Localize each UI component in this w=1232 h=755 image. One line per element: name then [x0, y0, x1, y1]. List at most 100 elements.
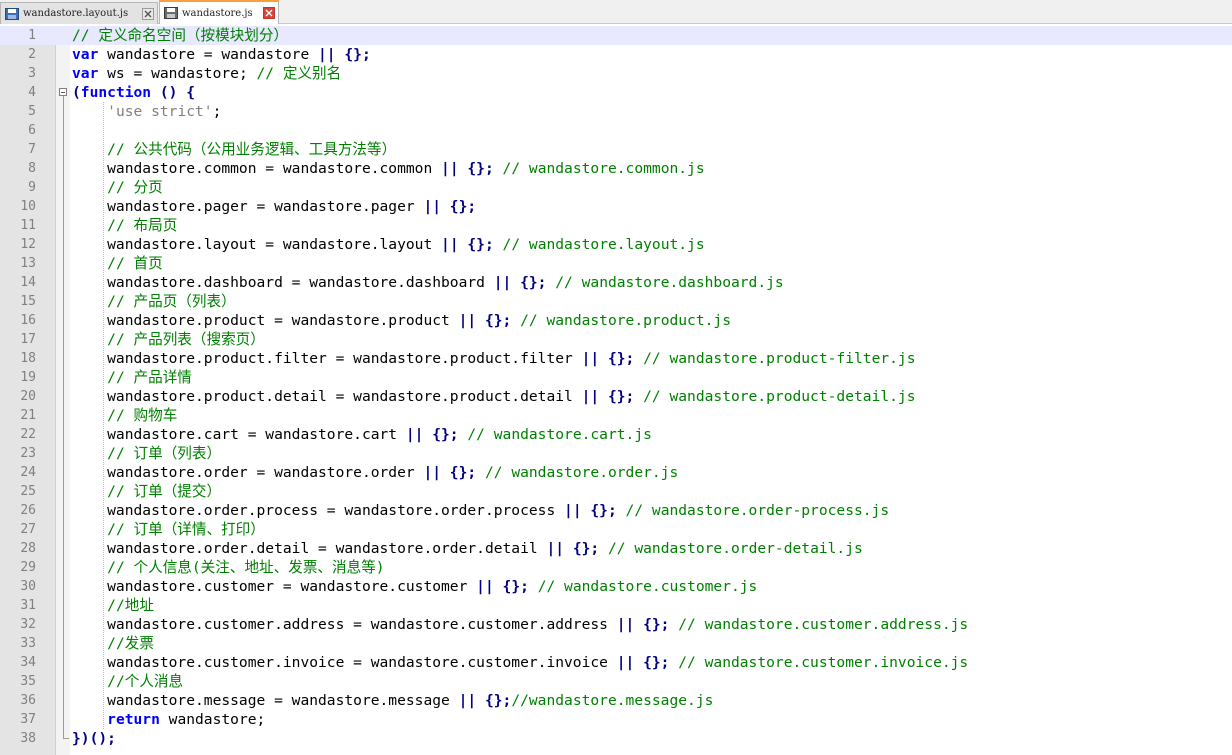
code-line[interactable]: 37 return wandastore;	[0, 710, 1232, 729]
tab-wandastore-js[interactable]: wandastore.js	[159, 0, 279, 24]
code-line[interactable]: 19 // 产品详情	[0, 368, 1232, 387]
code-token: // wandastore.product.js	[520, 312, 731, 329]
code-token: wandastore.customer.address = wandastore…	[72, 616, 617, 633]
code-token: || {};	[458, 692, 512, 709]
code-line[interactable]: 12 wandastore.layout = wandastore.layout…	[0, 235, 1232, 254]
code-line[interactable]: 10 wandastore.pager = wandastore.pager |…	[0, 197, 1232, 216]
line-number: 29	[20, 560, 36, 575]
code-text: wandastore.common = wandastore.common ||…	[72, 159, 705, 178]
code-line[interactable]: 25 // 订单（提交）	[0, 482, 1232, 501]
code-line[interactable]: 20 wandastore.product.detail = wandastor…	[0, 387, 1232, 406]
code-token: wandastore.cart = wandastore.cart	[72, 426, 406, 443]
line-number: 33	[20, 636, 36, 651]
code-line[interactable]: 11 // 布局页	[0, 216, 1232, 235]
code-line[interactable]: 3 var ws = wandastore; // 定义别名	[0, 64, 1232, 83]
code-token: || {};	[458, 312, 512, 329]
code-line[interactable]: 23 // 订单（列表）	[0, 444, 1232, 463]
code-line[interactable]: 2 var wandastore = wandastore || {};	[0, 45, 1232, 64]
code-line[interactable]: 5 'use strict';	[0, 102, 1232, 121]
code-token: (	[72, 84, 81, 101]
code-token: wandastore.product = wandastore.product	[72, 312, 459, 329]
code-editor[interactable]: 1 // 定义命名空间（按模块划分） 2 var wandastore = wanda…	[0, 26, 1232, 755]
code-token: // 订单（列表）	[107, 445, 222, 462]
code-line[interactable]: 38})();	[0, 729, 1232, 748]
code-line[interactable]: 28 wandastore.order.detail = wandastore.…	[0, 539, 1232, 558]
code-text: wandastore.pager = wandastore.pager || {…	[72, 197, 476, 216]
tab-wandastore-layout-js[interactable]: wandastore.layout.js	[0, 2, 158, 24]
code-token: var	[72, 65, 99, 82]
code-line[interactable]: 17 // 产品列表（搜索页）	[0, 330, 1232, 349]
code-token: // wandastore.customer.js	[537, 578, 758, 595]
code-token: function	[80, 84, 152, 101]
code-token: var	[72, 46, 99, 63]
code-line[interactable]: 34 wandastore.customer.invoice = wandast…	[0, 653, 1232, 672]
line-number: 20	[20, 389, 36, 404]
code-line[interactable]: 35 //个人消息	[0, 672, 1232, 691]
code-line[interactable]: 16 wandastore.product = wandastore.produ…	[0, 311, 1232, 330]
code-token: // 订单（提交）	[107, 483, 222, 500]
code-token: wandastore;	[159, 711, 266, 728]
line-number: 23	[20, 446, 36, 461]
code-token: //发票	[107, 635, 154, 652]
code-line[interactable]: 7 // 公共代码（公用业务逻辑、工具方法等）	[0, 140, 1232, 159]
code-line[interactable]: 1 // 定义命名空间（按模块划分）	[0, 26, 1232, 45]
code-token: // 个人信息(关注、地址、发票、消息等)	[107, 559, 385, 576]
code-token: // 公共代码（公用业务逻辑、工具方法等）	[107, 141, 397, 158]
code-token: || {};	[441, 160, 494, 177]
line-number: 34	[20, 655, 36, 670]
code-token: || {};	[616, 616, 670, 633]
code-token: // wandastore.order-detail.js	[607, 540, 863, 557]
code-line[interactable]: 31 //地址	[0, 596, 1232, 615]
code-line[interactable]: 9 // 分页	[0, 178, 1232, 197]
code-token: // wandastore.customer.address.js	[678, 616, 969, 633]
line-number: 9	[28, 180, 36, 195]
code-line[interactable]: 13 // 首页	[0, 254, 1232, 273]
fold-toggle-icon[interactable]	[59, 88, 67, 96]
code-line[interactable]: 21 // 购物车	[0, 406, 1232, 425]
code-line[interactable]: 30 wandastore.customer = wandastore.cust…	[0, 577, 1232, 596]
code-line[interactable]: 6	[0, 121, 1232, 140]
code-text: wandastore.order = wandastore.order || {…	[72, 463, 678, 482]
code-text: wandastore.customer.invoice = wandastore…	[72, 653, 968, 672]
code-line[interactable]: 18 wandastore.product.filter = wandastor…	[0, 349, 1232, 368]
code-token: // 购物车	[107, 407, 178, 424]
line-number: 32	[20, 617, 36, 632]
code-line[interactable]: 22 wandastore.cart = wandastore.cart || …	[0, 425, 1232, 444]
code-token: // wandastore.product-detail.js	[643, 388, 916, 405]
code-token: // wandastore.order-process.js	[625, 502, 890, 519]
tab-label: wandastore.js	[182, 7, 253, 19]
line-number: 14	[20, 275, 36, 290]
line-number: 28	[20, 541, 36, 556]
line-number: 17	[20, 332, 36, 347]
code-line[interactable]: 33 //发票	[0, 634, 1232, 653]
code-line[interactable]: 36 wandastore.message = wandastore.messa…	[0, 691, 1232, 710]
line-number: 37	[20, 712, 36, 727]
code-line[interactable]: 27 // 订单（详情、打印）	[0, 520, 1232, 539]
close-tab-icon[interactable]	[263, 7, 275, 19]
code-token: // wandastore.product-filter.js	[643, 350, 916, 367]
saved-file-icon	[5, 7, 19, 20]
indent-guide	[103, 102, 104, 729]
code-token: // 定义别名	[256, 65, 342, 82]
code-token: wandastore.order.process = wandastore.or…	[72, 502, 565, 519]
code-line[interactable]: 8 wandastore.common = wandastore.common …	[0, 159, 1232, 178]
line-number: 22	[20, 427, 36, 442]
fold-range-line	[63, 96, 64, 739]
line-number: 4	[28, 85, 36, 100]
code-line[interactable]: 32 wandastore.customer.address = wandast…	[0, 615, 1232, 634]
code-line[interactable]: 26 wandastore.order.process = wandastore…	[0, 501, 1232, 520]
code-line[interactable]: 15 // 产品页（列表）	[0, 292, 1232, 311]
code-line[interactable]: 14 wandastore.dashboard = wandastore.das…	[0, 273, 1232, 292]
code-line[interactable]: 29 // 个人信息(关注、地址、发票、消息等)	[0, 558, 1232, 577]
close-tab-icon[interactable]	[142, 7, 154, 20]
code-text: var wandastore = wandastore || {};	[72, 45, 371, 64]
code-line[interactable]: 24 wandastore.order = wandastore.order |…	[0, 463, 1232, 482]
code-token: // wandastore.customer.invoice.js	[678, 654, 969, 671]
code-line[interactable]: 4 (function () {	[0, 83, 1232, 102]
